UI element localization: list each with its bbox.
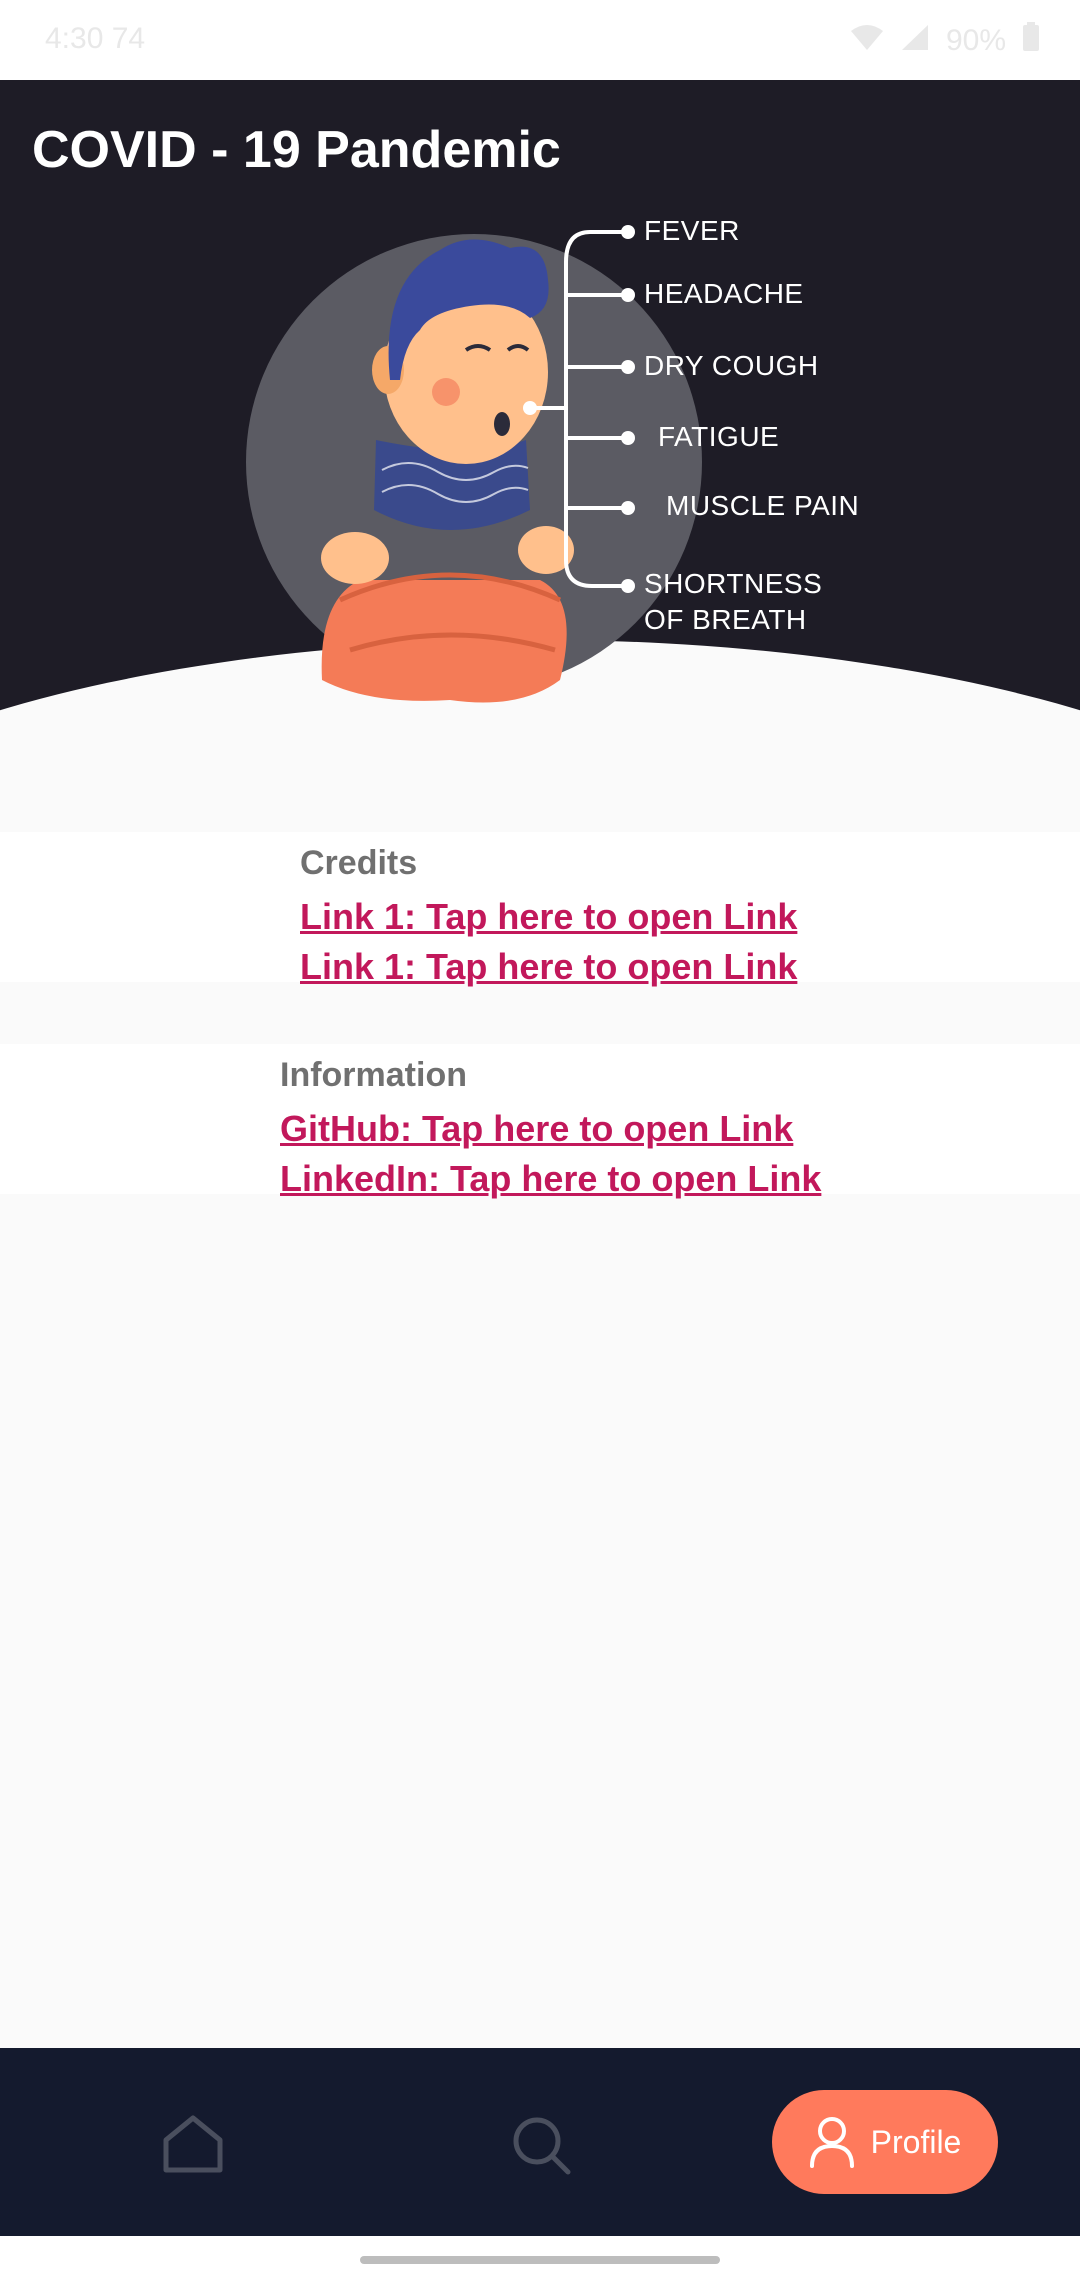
symptom-shortness: SHORTNESS (644, 568, 823, 599)
credits-title: Credits (300, 844, 418, 882)
symptom-headache: HEADACHE (644, 278, 804, 309)
nav-search-button[interactable] (510, 2114, 572, 2176)
information-title: Information (280, 1056, 467, 1094)
home-icon (163, 2115, 223, 2173)
symptom-fever: FEVER (644, 215, 740, 246)
github-link[interactable]: GitHub: Tap here to open Link (280, 1104, 821, 1154)
gesture-handle[interactable] (360, 2256, 720, 2264)
wifi-icon (850, 23, 884, 59)
credits-link-1[interactable]: Link 1: Tap here to open Link (300, 892, 797, 942)
person-icon (809, 2117, 854, 2168)
search-icon (513, 2117, 571, 2175)
nav-home-button[interactable] (160, 2114, 226, 2174)
status-time: 4:30 74 (45, 22, 146, 55)
battery-level: 90% (945, 24, 1006, 57)
gesture-bar (0, 2236, 1080, 2280)
credits-link-2[interactable]: Link 1: Tap here to open Link (300, 942, 797, 992)
credits-card: Credits Link 1: Tap here to open Link Li… (0, 832, 1080, 987)
status-bar: 4:30 74 90% (0, 0, 1080, 80)
covid-symptoms-illustration (246, 225, 702, 703)
status-icons: 90% (850, 22, 1040, 60)
signal-icon (900, 23, 930, 59)
symptom-fatigue: FATIGUE (658, 421, 780, 452)
information-card: Information GitHub: Tap here to open Lin… (0, 1044, 1080, 1199)
header-banner: COVID - 19 Pandemic FEVER HEADACHE DRY C… (0, 80, 1080, 740)
symptom-muscle-pain: MUSCLE PAIN (666, 490, 860, 521)
nav-profile-button[interactable]: Profile (772, 2090, 998, 2194)
bottom-navigation: Profile (0, 2048, 1080, 2236)
linkedin-link[interactable]: LinkedIn: Tap here to open Link (280, 1154, 821, 1204)
battery-icon (1022, 22, 1040, 60)
symptom-of-breath: OF BREATH (644, 604, 807, 635)
nav-profile-label: Profile (870, 2123, 962, 2160)
symptom-dry-cough: DRY COUGH (644, 350, 819, 381)
